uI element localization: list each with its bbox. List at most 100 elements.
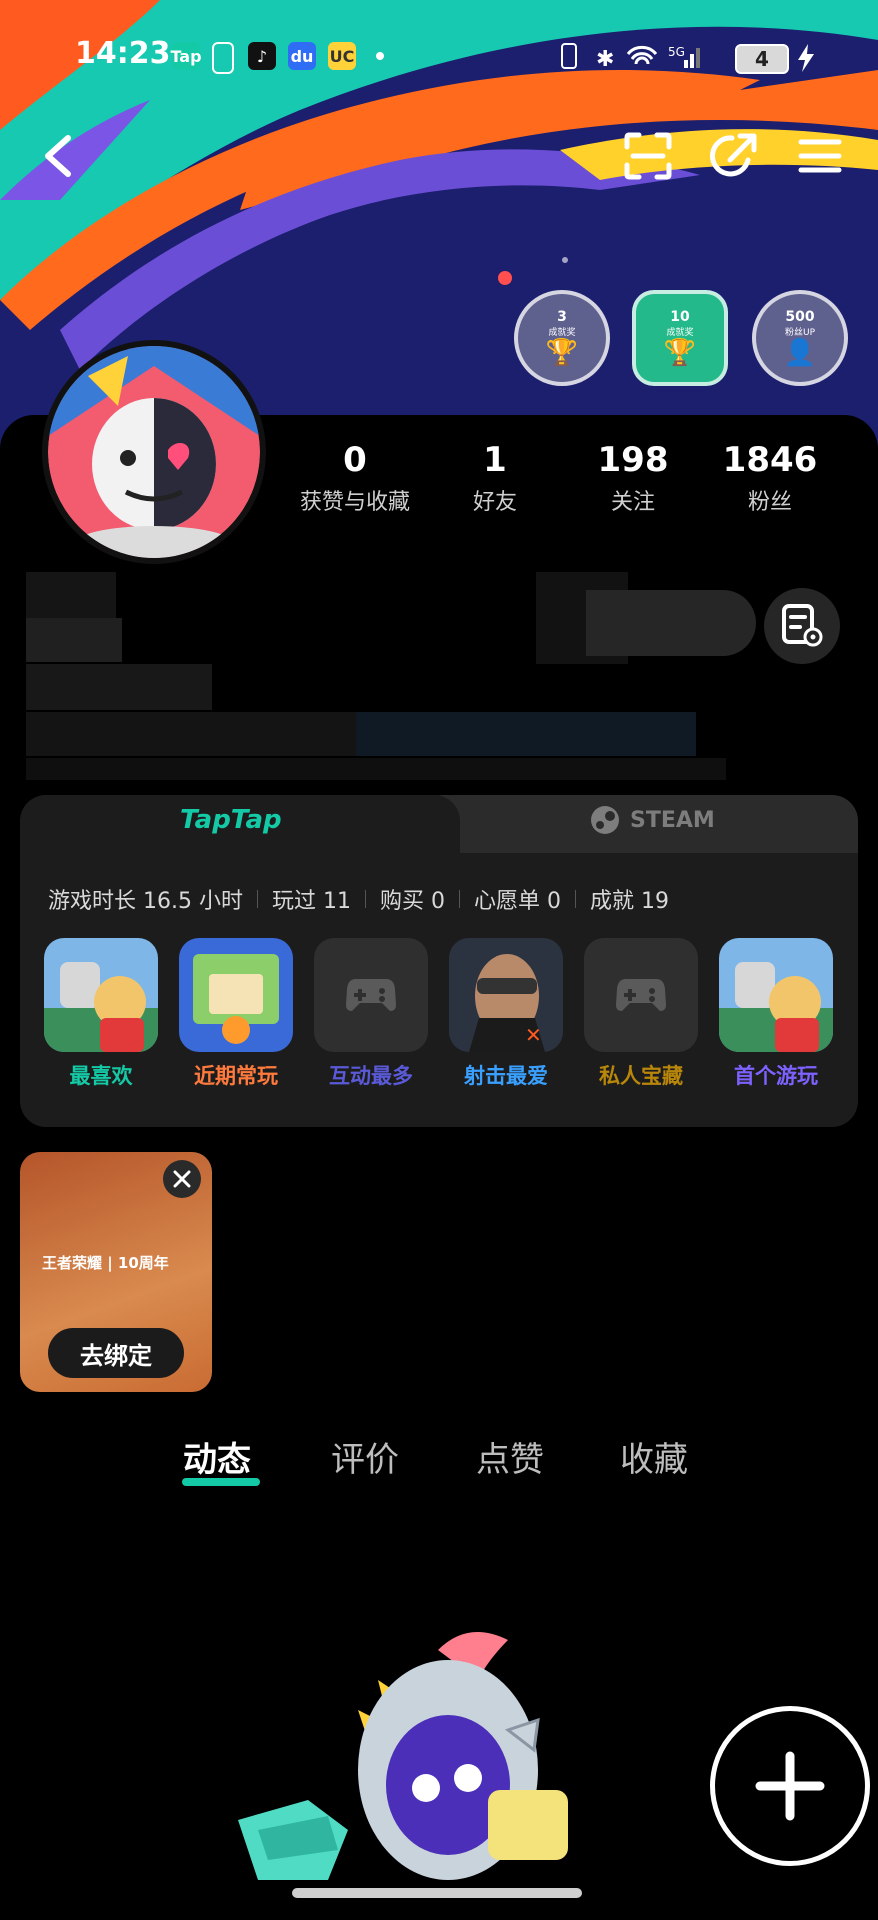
plus-icon	[755, 1751, 825, 1821]
badge-caption: 粉丝UP	[784, 327, 815, 338]
tab-reviews[interactable]: 评价	[331, 1432, 399, 1481]
tab-posts[interactable]: 动态	[183, 1432, 251, 1481]
stat-label: 关注	[610, 490, 655, 515]
game-shooter[interactable]: ✕ 射击最爱	[449, 938, 563, 1090]
game-treasure[interactable]: 私人宝藏	[584, 938, 698, 1090]
honor-of-kings-logo: 王者荣耀 | 10周年	[42, 1254, 169, 1272]
game-icon	[719, 938, 833, 1052]
game-tag-label: 射击最爱	[464, 1064, 548, 1088]
create-post-button[interactable]	[710, 1706, 870, 1866]
gamepad-icon	[616, 979, 666, 1011]
avatar[interactable]	[42, 340, 266, 564]
uc-app-icon: UC	[328, 42, 356, 70]
taptap-tab-label: TapTap	[180, 805, 282, 835]
status-time: 14:23	[75, 36, 171, 71]
status-bar: 14:23 Tap ♪ du UC ✱ 5G 4	[0, 30, 878, 80]
battery-indicator: 4	[735, 44, 789, 74]
purchased-count: 购买 0	[379, 889, 445, 914]
trophy-icon: 🏆	[545, 337, 579, 368]
stat-label: 好友	[472, 490, 517, 515]
more-dot-icon	[376, 52, 384, 60]
scan-icon	[624, 132, 672, 180]
achievement-badge-10[interactable]: 10 成就奖 🏆	[632, 290, 728, 386]
achievement-badge-3[interactable]: 3 成就奖 🏆	[514, 290, 610, 386]
home-indicator	[292, 1888, 582, 1898]
game-tag-label: 近期常玩	[194, 1064, 278, 1088]
profile-settings-button[interactable]	[764, 588, 840, 664]
stat-value: 198	[597, 440, 669, 480]
game-art	[44, 938, 158, 1052]
taptap-app-icon: Tap	[170, 42, 202, 70]
wishlist-count: 心愿单 0	[473, 889, 561, 914]
tab-likes[interactable]: 点赞	[476, 1432, 544, 1481]
game-tag-label: 最喜欢	[69, 1064, 133, 1088]
stat-following[interactable]: 198 关注	[563, 440, 703, 516]
share-icon	[709, 133, 757, 177]
stat-followers[interactable]: 1846 粉丝	[700, 440, 840, 516]
scan-button[interactable]	[620, 128, 676, 184]
badge-caption: 成就奖	[548, 327, 576, 338]
menu-button[interactable]	[792, 128, 848, 184]
promo-close-button[interactable]	[163, 1160, 201, 1198]
steam-icon	[591, 806, 619, 834]
game-icon	[44, 938, 158, 1052]
game-art: ✕	[449, 938, 563, 1052]
badge-value: 3	[557, 308, 567, 325]
game-recent[interactable]: 近期常玩	[179, 938, 293, 1090]
game-art	[179, 938, 293, 1052]
avatar-image	[48, 346, 260, 558]
game-icon: ✕	[449, 938, 563, 1052]
played-count: 玩过 11	[271, 889, 351, 914]
game-interactive[interactable]: 互动最多	[314, 938, 428, 1090]
charging-icon	[798, 44, 814, 72]
knight-mascot-illustration	[238, 1632, 568, 1880]
game-tag-label: 互动最多	[329, 1064, 413, 1088]
play-summary: 游戏时长 16.5 小时 玩过 11 购买 0 心愿单 0 成就 19	[48, 883, 669, 915]
stat-label: 粉丝	[747, 490, 792, 515]
stat-value: 1846	[722, 440, 818, 480]
svg-text:✕: ✕	[525, 1023, 542, 1047]
redacted-profile-info	[26, 572, 756, 780]
steam-tab-label: STEAM	[590, 805, 715, 835]
fans-badge-500[interactable]: 500 粉丝UP 👤	[752, 290, 848, 386]
game-icon	[179, 938, 293, 1052]
stat-likes-collections[interactable]: 0 获赞与收藏	[285, 440, 425, 516]
svg-text:✱: ✱	[596, 47, 614, 72]
game-art	[719, 938, 833, 1052]
tiktok-app-icon: ♪	[248, 42, 276, 70]
stat-value: 1	[483, 440, 507, 480]
back-button[interactable]	[30, 128, 86, 184]
tab-collections[interactable]: 收藏	[620, 1432, 688, 1481]
stat-friends[interactable]: 1 好友	[425, 440, 565, 516]
game-tag-label: 私人宝藏	[599, 1064, 683, 1088]
badge-caption: 成就奖	[666, 327, 694, 338]
bind-button[interactable]: 去绑定	[48, 1328, 184, 1378]
stat-value: 0	[343, 440, 367, 480]
game-favorite[interactable]: 最喜欢	[44, 938, 158, 1090]
phone-icon	[212, 42, 234, 74]
status-indicators: ✱ 5G	[561, 43, 700, 72]
steam-label-text: STEAM	[630, 807, 715, 833]
stat-label: 获赞与收藏	[299, 490, 410, 515]
share-button[interactable]	[706, 128, 762, 184]
game-library-card: TapTap STEAM 游戏时长 16.5 小时 玩过 11 购买 0 心愿单…	[20, 795, 858, 1127]
trophy-icon: 🏆	[663, 337, 697, 368]
baidu-app-icon: du	[288, 42, 316, 70]
chevron-left-icon	[45, 135, 71, 177]
play-time: 游戏时长 16.5 小时	[48, 889, 243, 914]
badge-value: 10	[670, 308, 690, 325]
game-icon-placeholder	[584, 938, 698, 1052]
user-up-icon: 👤	[783, 337, 817, 368]
bind-promo-card[interactable]: 王者荣耀 | 10周年 去绑定	[20, 1152, 212, 1392]
active-tab-indicator	[182, 1478, 260, 1486]
game-first-played[interactable]: 首个游玩	[719, 938, 833, 1090]
achievement-count: 成就 19	[589, 889, 669, 914]
gamepad-icon	[346, 979, 396, 1011]
close-icon	[173, 1170, 191, 1188]
menu-icon	[798, 139, 842, 173]
game-tag-label: 首个游玩	[734, 1064, 818, 1088]
document-settings-icon	[782, 604, 823, 647]
badge-value: 500	[785, 308, 815, 325]
svg-text:5G: 5G	[668, 45, 685, 59]
game-icon-placeholder	[314, 938, 428, 1052]
